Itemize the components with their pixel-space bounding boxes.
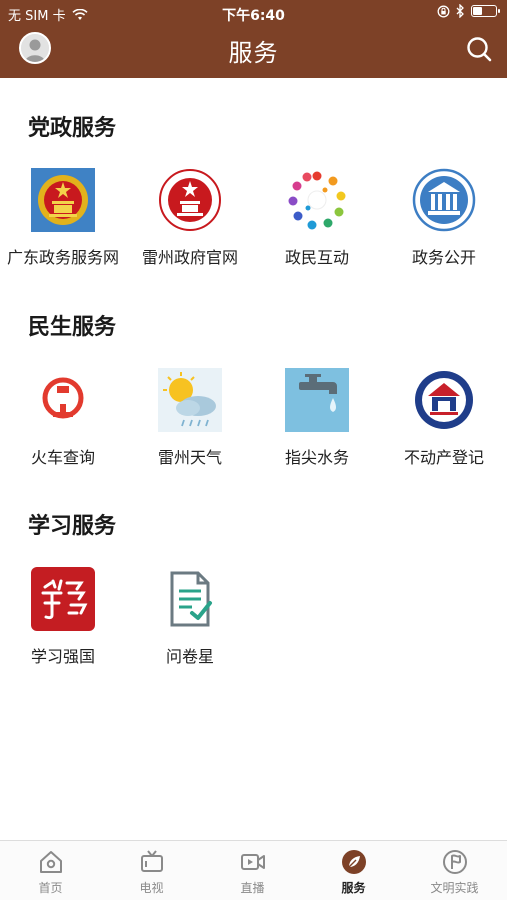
national-emblem-icon [31, 168, 95, 232]
service-label: 政务公开 [411, 248, 476, 267]
live-video-icon [240, 849, 266, 875]
tab-service[interactable]: 服务 [303, 849, 404, 896]
tab-label: 首页 [38, 881, 63, 895]
bluetooth-icon [456, 4, 464, 18]
railway-logo-icon [31, 368, 95, 432]
bottom-tab-bar: 首页 电视 直播 服务 文明实践 [0, 840, 507, 900]
service-xuexi-qiangguo[interactable]: 学习强国 [0, 567, 126, 667]
status-time: 下午6:40 [222, 8, 285, 24]
service-label: 火车查询 [30, 448, 95, 467]
tab-civilization-practice[interactable]: 文明实践 [404, 849, 505, 896]
service-people-interaction[interactable]: 政民互动 [254, 168, 380, 268]
people-circle-icon [285, 168, 349, 232]
service-questionnaire[interactable]: 问卷星 [127, 567, 253, 667]
flag-icon [442, 849, 468, 875]
service-label: 指尖水务 [284, 448, 349, 467]
search-icon [467, 37, 492, 62]
section-title-learning: 学习服务 [28, 514, 117, 539]
questionnaire-icon [158, 567, 222, 631]
tv-icon [139, 849, 165, 875]
tab-label: 服务 [341, 881, 366, 895]
service-guangdong-gov[interactable]: 广东政务服务网 [0, 168, 126, 268]
service-label: 广东政务服务网 [6, 248, 119, 267]
section-title-livelihood: 民生服务 [28, 315, 117, 340]
government-emblem-icon [158, 168, 222, 232]
xuexi-qiangguo-icon [31, 567, 95, 631]
compass-leaf-icon [341, 849, 367, 875]
battery-icon [471, 5, 500, 17]
search-button[interactable] [465, 35, 493, 63]
water-tap-icon [285, 368, 349, 432]
service-water[interactable]: 指尖水务 [254, 368, 380, 468]
section-title-party-gov: 党政服务 [28, 116, 117, 141]
tab-live[interactable]: 直播 [202, 849, 303, 896]
home-icon [38, 849, 64, 875]
real-estate-seal-icon [412, 368, 476, 432]
rotation-lock-icon [437, 5, 450, 17]
weather-sun-cloud-icon [158, 368, 222, 432]
service-label: 学习强国 [30, 647, 95, 666]
app-header: 无 SIM 卡 下午6:40 服务 [0, 0, 507, 78]
status-bar: 无 SIM 卡 下午6:40 [0, 0, 507, 26]
service-label: 政民互动 [284, 248, 349, 267]
tab-label: 文明实践 [430, 881, 479, 895]
tab-label: 电视 [139, 881, 164, 895]
service-gov-disclosure[interactable]: 政务公开 [381, 168, 507, 268]
service-label: 雷州政府官网 [141, 248, 238, 267]
tab-home[interactable]: 首页 [0, 849, 101, 896]
service-label: 不动产登记 [403, 448, 484, 467]
government-building-icon [412, 168, 476, 232]
service-train-query[interactable]: 火车查询 [0, 368, 126, 468]
tab-label: 直播 [240, 881, 265, 895]
tab-tv[interactable]: 电视 [101, 849, 202, 896]
service-label: 问卷星 [165, 647, 214, 666]
service-label: 雷州天气 [157, 448, 222, 467]
page-title: 服务 [228, 39, 279, 67]
service-weather[interactable]: 雷州天气 [127, 368, 253, 468]
service-real-estate[interactable]: 不动产登记 [381, 368, 507, 468]
service-leizhou-gov[interactable]: 雷州政府官网 [127, 168, 253, 268]
status-right [437, 4, 500, 18]
